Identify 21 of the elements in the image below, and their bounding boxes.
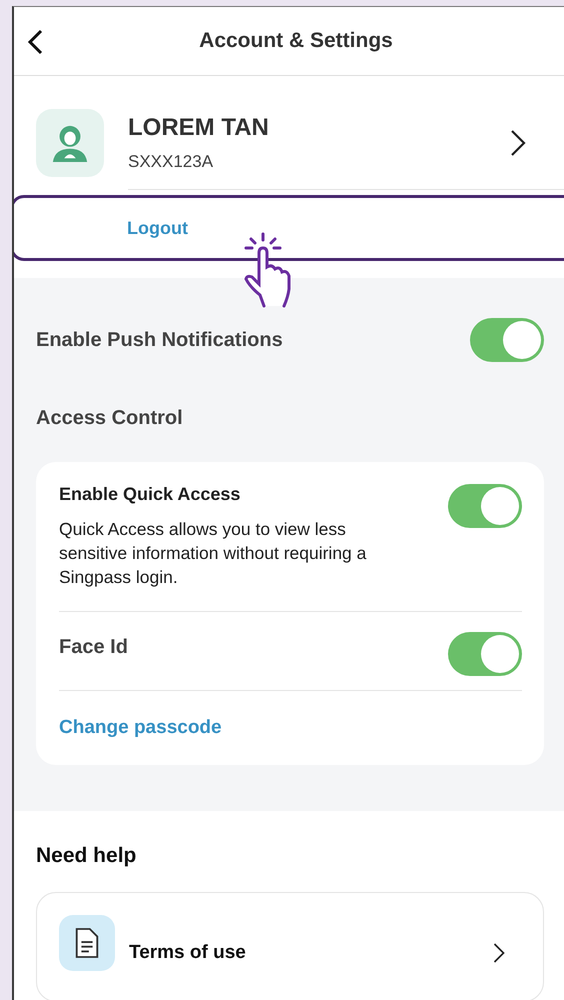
- profile-name: LOREM TAN: [128, 114, 270, 142]
- document-icon: [59, 915, 115, 971]
- chevron-right-icon[interactable]: [510, 129, 526, 157]
- logout-link[interactable]: Logout: [127, 218, 188, 238]
- toggle-switch[interactable]: [448, 484, 522, 528]
- toggle-switch[interactable]: [470, 318, 544, 362]
- toggle-switch[interactable]: [448, 632, 522, 676]
- avatar-icon: [36, 109, 104, 177]
- change-passcode-link[interactable]: Change passcode: [59, 691, 222, 739]
- help-item-label: Terms of use: [129, 941, 247, 964]
- chevron-right-icon[interactable]: [493, 942, 505, 964]
- profile-id: SXXX123A: [128, 152, 214, 172]
- setting-label: Enable Push Notifications: [36, 328, 283, 352]
- setting-label: Enable Quick Access: [59, 484, 242, 505]
- section-title: Access Control: [36, 407, 184, 430]
- help-item-card[interactable]: Terms of use: [36, 892, 544, 1000]
- setting-description: Quick Access allows you to view less sensitive information without requiring a Singpass login.: [59, 518, 368, 589]
- back-icon[interactable]: [26, 29, 44, 55]
- setting-label: Face Id: [59, 635, 128, 659]
- page-title: Account & Settings: [199, 29, 393, 53]
- section-title: Need help: [36, 844, 138, 868]
